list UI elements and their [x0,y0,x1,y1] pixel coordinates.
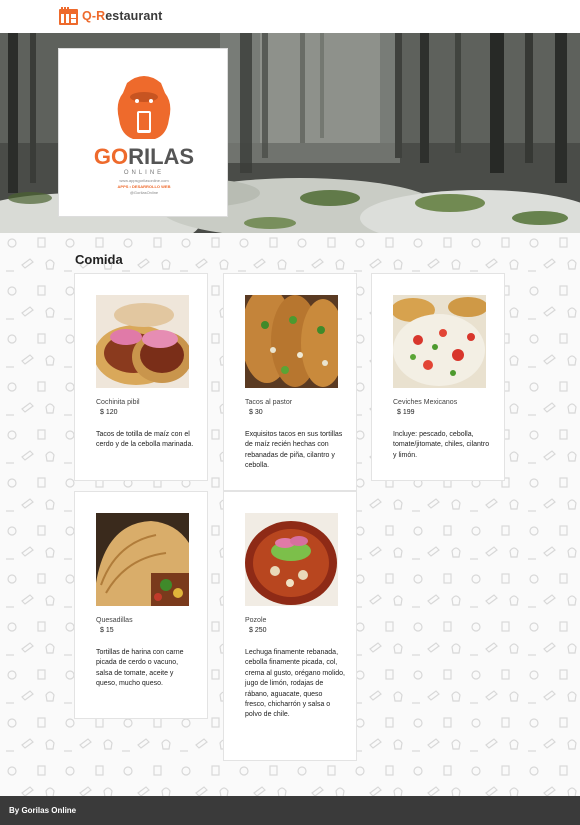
item-name: Quesadillas [96,617,133,624]
food-photo [96,513,189,606]
item-price: $ 120 [100,409,118,416]
menu-section: Comida Cochinita pibil $ 120 Tacos de to… [0,233,580,796]
footer-credit: By Gorilas Online [9,806,77,815]
food-photo [393,295,486,388]
item-name: Pozole [245,617,267,624]
item-price: $ 250 [249,627,267,634]
item-description: Tacos de totilla de maíz con el cerdo y … [96,431,194,449]
item-name: Cochinita pibil [96,399,140,406]
item-price: $ 30 [249,409,263,416]
top-bar: Q-Restaurant [0,0,580,33]
menu-item-card[interactable]: Tacos al pastor $ 30 Exquisitos tacos en… [223,273,357,491]
footer: By Gorilas Online [0,796,580,825]
item-description: Lechuga finamente rebanada, cebolla fina… [245,649,345,719]
svg-text:APPS • DESARROLLO WEB: APPS • DESARROLLO WEB [118,184,171,189]
food-photo [245,295,338,388]
food-photo [96,295,189,388]
svg-text:GORILAS: GORILAS [94,144,194,169]
brand[interactable]: Q-Restaurant [59,7,162,25]
svg-text:@GorilasOnline: @GorilasOnline [130,190,159,195]
item-description: Exquisitos tacos en sus tortillas de maí… [245,431,343,470]
item-price: $ 199 [397,409,415,416]
item-name: Tacos al pastor [245,399,293,406]
svg-text:www.appsgorilasonline.com: www.appsgorilasonline.com [119,178,169,183]
section-title: Comida [75,252,123,267]
item-description: Tortillas de harina con carne picada de … [96,649,184,688]
menu-item-card[interactable]: Pozole $ 250 Lechuga finamente rebanada,… [223,491,357,761]
gorilas-logo-image: GORILAS ONLINE www.appsgorilasonline.com… [94,76,194,195]
item-description: Incluye: pescado, cebolla, tomate/jitoma… [393,431,490,459]
item-price: $ 15 [100,627,114,634]
svg-text:ONLINE: ONLINE [124,170,164,176]
brand-name: Q-Restaurant [82,9,163,23]
menu-item-card[interactable]: Quesadillas $ 15 Tortillas de harina con… [74,491,208,719]
menu-item-card[interactable]: Ceviches Mexicanos $ 199 Incluye: pescad… [371,273,505,481]
restaurant-logo-icon [59,7,78,25]
company-logo-card: GORILAS ONLINE www.appsgorilasonline.com… [58,48,228,217]
food-photo [245,513,338,606]
item-name: Ceviches Mexicanos [393,399,458,406]
menu-item-card[interactable]: Cochinita pibil $ 120 Tacos de totilla d… [74,273,208,481]
